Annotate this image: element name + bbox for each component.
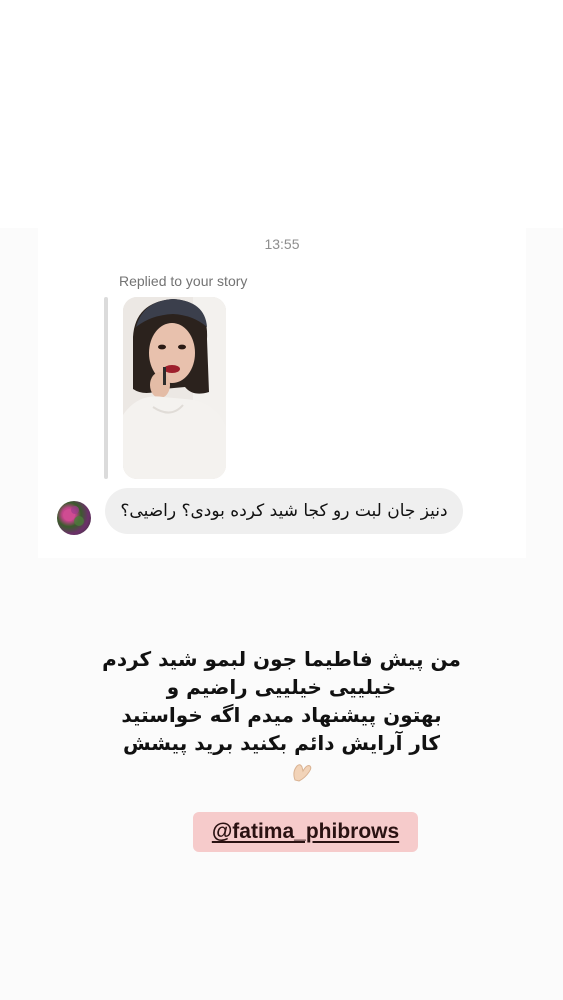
mention-handle: @fatima_phibrows (211, 820, 400, 843)
top-blank-area (0, 0, 563, 228)
message-text: دنیز جان لبت رو کجا شید کرده بودی؟ راضیی… (120, 501, 448, 521)
caption-line-3: بهتون پیشنهاد میدم اگه خواستید (121, 703, 442, 727)
caption-line-1: من پیش فاطیما جون لبمو شید کردم (102, 647, 461, 671)
sender-avatar[interactable] (57, 501, 91, 535)
replied-to-story-label: Replied to your story (119, 273, 248, 289)
story-thumbnail[interactable] (123, 297, 226, 479)
story-caption: من پیش فاطیما جون لبمو شید کردم خیلییی خ… (0, 645, 563, 757)
reply-quote-bar (104, 297, 108, 479)
mention-sticker[interactable]: @fatima_phibrows (193, 812, 418, 852)
message-timestamp: 13:55 (264, 236, 300, 252)
user-avatar-icon (63, 506, 84, 526)
caption-line-4: کار آرایش دائم بکنید برید پیشش (122, 731, 441, 755)
caption-line-2: خیلییی خیلییی راضیم و (166, 675, 397, 699)
dm-screenshot-card: 13:55 Replied to your story دنیز جان لبت… (38, 228, 526, 558)
message-bubble[interactable]: دنیز جان لبت رو کجا شید کرده بودی؟ راضیی… (105, 488, 463, 534)
pinching-hand-emoji-icon (289, 758, 315, 784)
story-photo-icon (123, 297, 226, 479)
